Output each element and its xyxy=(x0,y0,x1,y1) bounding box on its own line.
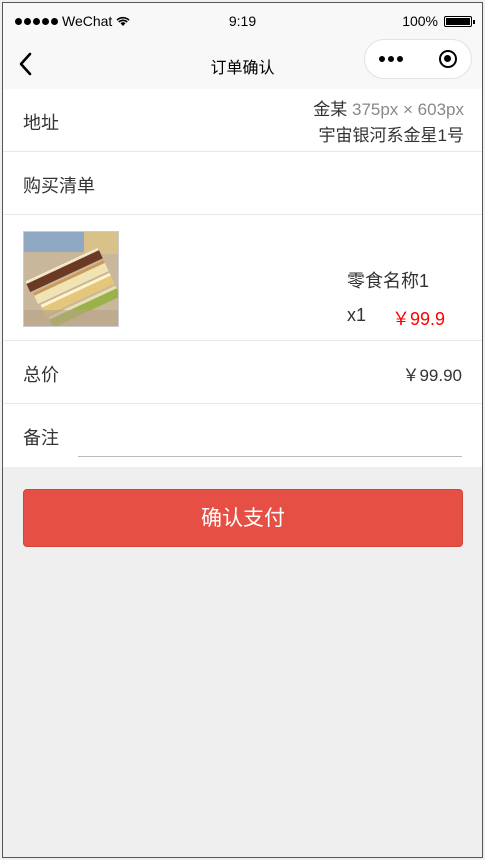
phone-screen: WeChat 9:19 100% 订单确认 地址 金某 375px × 603p… xyxy=(2,2,483,858)
nav-bar: 订单确认 xyxy=(3,39,482,89)
address-value: 金某 375px × 603px 宇宙银河系金星1号 xyxy=(313,97,464,149)
size-overlay: 375px × 603px xyxy=(351,100,464,119)
product-image xyxy=(23,231,119,327)
order-content: 地址 金某 375px × 603px 宇宙银河系金星1号 购买清单 零食名称1… xyxy=(3,89,482,547)
status-bar: WeChat 9:19 100% xyxy=(3,3,482,39)
remark-input[interactable] xyxy=(78,418,462,457)
status-right: 100% xyxy=(402,13,475,29)
address-label: 地址 xyxy=(23,113,59,133)
confirm-pay-button[interactable]: 确认支付 xyxy=(23,489,463,547)
record-icon[interactable] xyxy=(439,50,457,68)
battery-icon xyxy=(444,15,475,27)
remark-label: 备注 xyxy=(23,428,59,448)
list-item[interactable]: 零食名称1 x1 ￥99.9 xyxy=(3,215,482,341)
battery-percent: 100% xyxy=(402,13,438,29)
address-name-line: 金某 375px × 603px xyxy=(313,97,464,123)
address-row[interactable]: 地址 金某 375px × 603px 宇宙银河系金星1号 xyxy=(3,89,482,152)
product-name: 零食名称1 xyxy=(347,271,430,291)
total-row: 总价 ￥99.90 xyxy=(3,341,482,404)
total-label: 总价 xyxy=(23,365,59,385)
mini-program-capsule xyxy=(364,39,472,79)
more-icon[interactable] xyxy=(379,56,403,62)
recipient-name: 金某 xyxy=(313,100,348,119)
cart-label: 购买清单 xyxy=(23,176,95,196)
product-quantity: x1 xyxy=(347,305,367,325)
total-value: ￥99.90 xyxy=(402,366,462,385)
cart-header-row: 购买清单 xyxy=(3,152,482,215)
address-detail: 宇宙银河系金星1号 xyxy=(318,126,464,145)
remark-row: 备注 xyxy=(3,404,482,467)
product-price: ￥99.9 xyxy=(392,309,446,329)
